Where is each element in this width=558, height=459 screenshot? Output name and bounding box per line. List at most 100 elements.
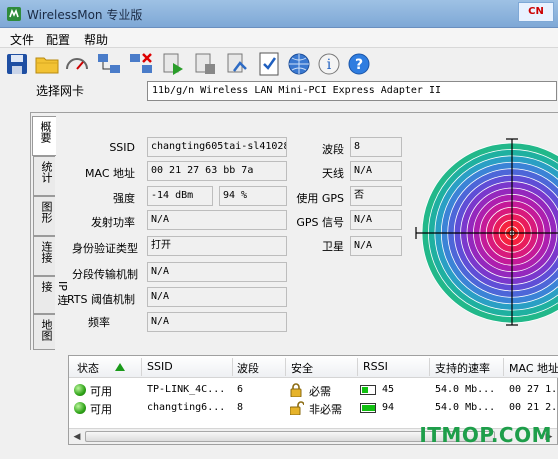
gauge-icon [66, 58, 88, 70]
tab-map[interactable]: 地图 [33, 314, 55, 350]
row-channel: 8 [237, 402, 244, 413]
row-mac: 00 21 2... [509, 402, 558, 413]
checklist-icon [259, 52, 279, 76]
tx-power-value: N/A [147, 210, 287, 230]
antenna-label: 天线 [322, 167, 344, 180]
site-watermark: ITMOP.COM [419, 423, 552, 447]
info-button[interactable]: i [316, 51, 342, 77]
network-connect-icon [98, 54, 120, 73]
strength-label: 强度 [113, 192, 135, 205]
brand-badge: CN [518, 2, 554, 22]
gps-signal-label: GPS 信号 [296, 216, 344, 229]
menu-help[interactable]: 帮助 [84, 31, 108, 48]
stop-log-icon [195, 53, 215, 74]
use-gps-label: 使用 GPS [296, 192, 344, 205]
open-button[interactable] [34, 51, 60, 77]
col-channel[interactable]: 波段 [237, 360, 259, 376]
menu-bar: 文件 配置 帮助 [0, 28, 558, 48]
globe-icon [288, 53, 310, 75]
strength-dbm-value: -14 dBm [147, 186, 213, 206]
col-mac[interactable]: MAC 地址 [509, 360, 558, 376]
rssi-bar [360, 385, 376, 395]
auth-label: 身份验证类型 [72, 242, 138, 255]
settings-icon [227, 53, 247, 73]
scroll-left-icon[interactable]: ◀ [71, 431, 83, 443]
rssi-bar [360, 403, 376, 413]
list-header: 状态 SSID 波段 安全 RSSI 支持的速率 MAC 地址 [69, 356, 558, 378]
checklist-button[interactable] [256, 51, 282, 77]
available-dot-icon [74, 384, 86, 396]
row-ssid: changting6... [147, 402, 226, 413]
ssid-value: changting605tai-sl41028 [147, 137, 287, 157]
open-folder-icon [35, 57, 59, 74]
table-row[interactable]: 可用 changting6... 8 非必需 94 54.0 Mb... 00 … [69, 399, 558, 417]
start-log-button[interactable] [160, 51, 186, 77]
help-icon: ? [348, 53, 370, 75]
settings-button[interactable] [224, 51, 250, 77]
mac-value: 00 21 27 63 bb 7a [147, 161, 287, 181]
antenna-value: N/A [350, 161, 402, 181]
tab-statistics[interactable]: 统计 [33, 156, 55, 196]
rssi-fill [362, 405, 376, 411]
table-row[interactable]: 可用 TP-LINK_4C... 6 必需 45 54.0 Mb... 00 2… [69, 381, 558, 399]
auth-value: 打开 [147, 236, 287, 256]
svg-text:?: ? [355, 57, 363, 73]
save-button[interactable] [4, 51, 30, 77]
row-rssi: 94 [382, 402, 395, 413]
save-icon [7, 54, 27, 74]
adapter-select[interactable]: 11b/g/n Wireless LAN Mini-PCI Express Ad… [147, 81, 557, 101]
channel-label: 波段 [322, 143, 344, 156]
info-icon: i [318, 53, 340, 75]
satellite-value: N/A [350, 236, 402, 256]
row-status: 可用 [90, 403, 112, 416]
ssid-label: SSID [109, 141, 135, 154]
strength-percent-value: 94 % [219, 186, 287, 206]
toolbar: i ? [0, 48, 558, 80]
use-gps-value: 否 [350, 186, 402, 206]
title-bar: WirelessMon 专业版 CN [0, 0, 558, 28]
gps-signal-value: N/A [350, 210, 402, 230]
freq-value: N/A [147, 312, 287, 332]
network-disconnect-icon [130, 53, 152, 73]
row-rate: 54.0 Mb... [435, 402, 496, 413]
help-button[interactable]: ? [346, 51, 372, 77]
window-title: WirelessMon 专业版 [27, 8, 143, 22]
row-security: 必需 [309, 385, 331, 398]
row-rssi: 45 [382, 384, 395, 395]
lock-open-icon [290, 401, 304, 415]
rts-label: RTS 阈值机制 [66, 293, 135, 306]
rts-value: N/A [147, 287, 287, 307]
sort-asc-icon [115, 363, 125, 371]
channel-value: 8 [350, 137, 402, 157]
tx-power-label: 发射功率 [91, 216, 135, 229]
svg-text:i: i [327, 57, 332, 73]
play-log-icon [163, 53, 183, 75]
globe-button[interactable] [286, 51, 312, 77]
disconnect-button[interactable] [128, 51, 154, 77]
stop-log-button[interactable] [192, 51, 218, 77]
menu-file[interactable]: 文件 [10, 31, 34, 48]
mac-label: MAC 地址 [85, 167, 135, 180]
speed-button[interactable] [64, 51, 90, 77]
row-ssid: TP-LINK_4C... [147, 384, 226, 395]
col-status[interactable]: 状态 [77, 360, 99, 376]
row-channel: 6 [237, 384, 244, 395]
freq-label: 频率 [88, 316, 110, 329]
available-dot-icon [74, 402, 86, 414]
tab-summary[interactable]: 概要 [32, 116, 56, 156]
col-ssid[interactable]: SSID [147, 360, 173, 373]
frag-value: N/A [147, 262, 287, 282]
row-rate: 54.0 Mb... [435, 384, 496, 395]
satellite-label: 卫星 [322, 240, 344, 253]
adapter-label: 选择网卡 [36, 84, 85, 98]
signal-radar [415, 138, 558, 326]
col-rate[interactable]: 支持的速率 [435, 360, 490, 376]
col-rssi[interactable]: RSSI [363, 360, 388, 373]
menu-config[interactable]: 配置 [46, 31, 70, 48]
side-tabs: 概要 统计 图形 连接 IP 连接 地图 [32, 116, 69, 350]
app-icon [7, 7, 21, 21]
col-security[interactable]: 安全 [291, 360, 313, 376]
row-security: 非必需 [309, 403, 342, 416]
connect-button[interactable] [96, 51, 122, 77]
lock-closed-icon [290, 383, 302, 397]
